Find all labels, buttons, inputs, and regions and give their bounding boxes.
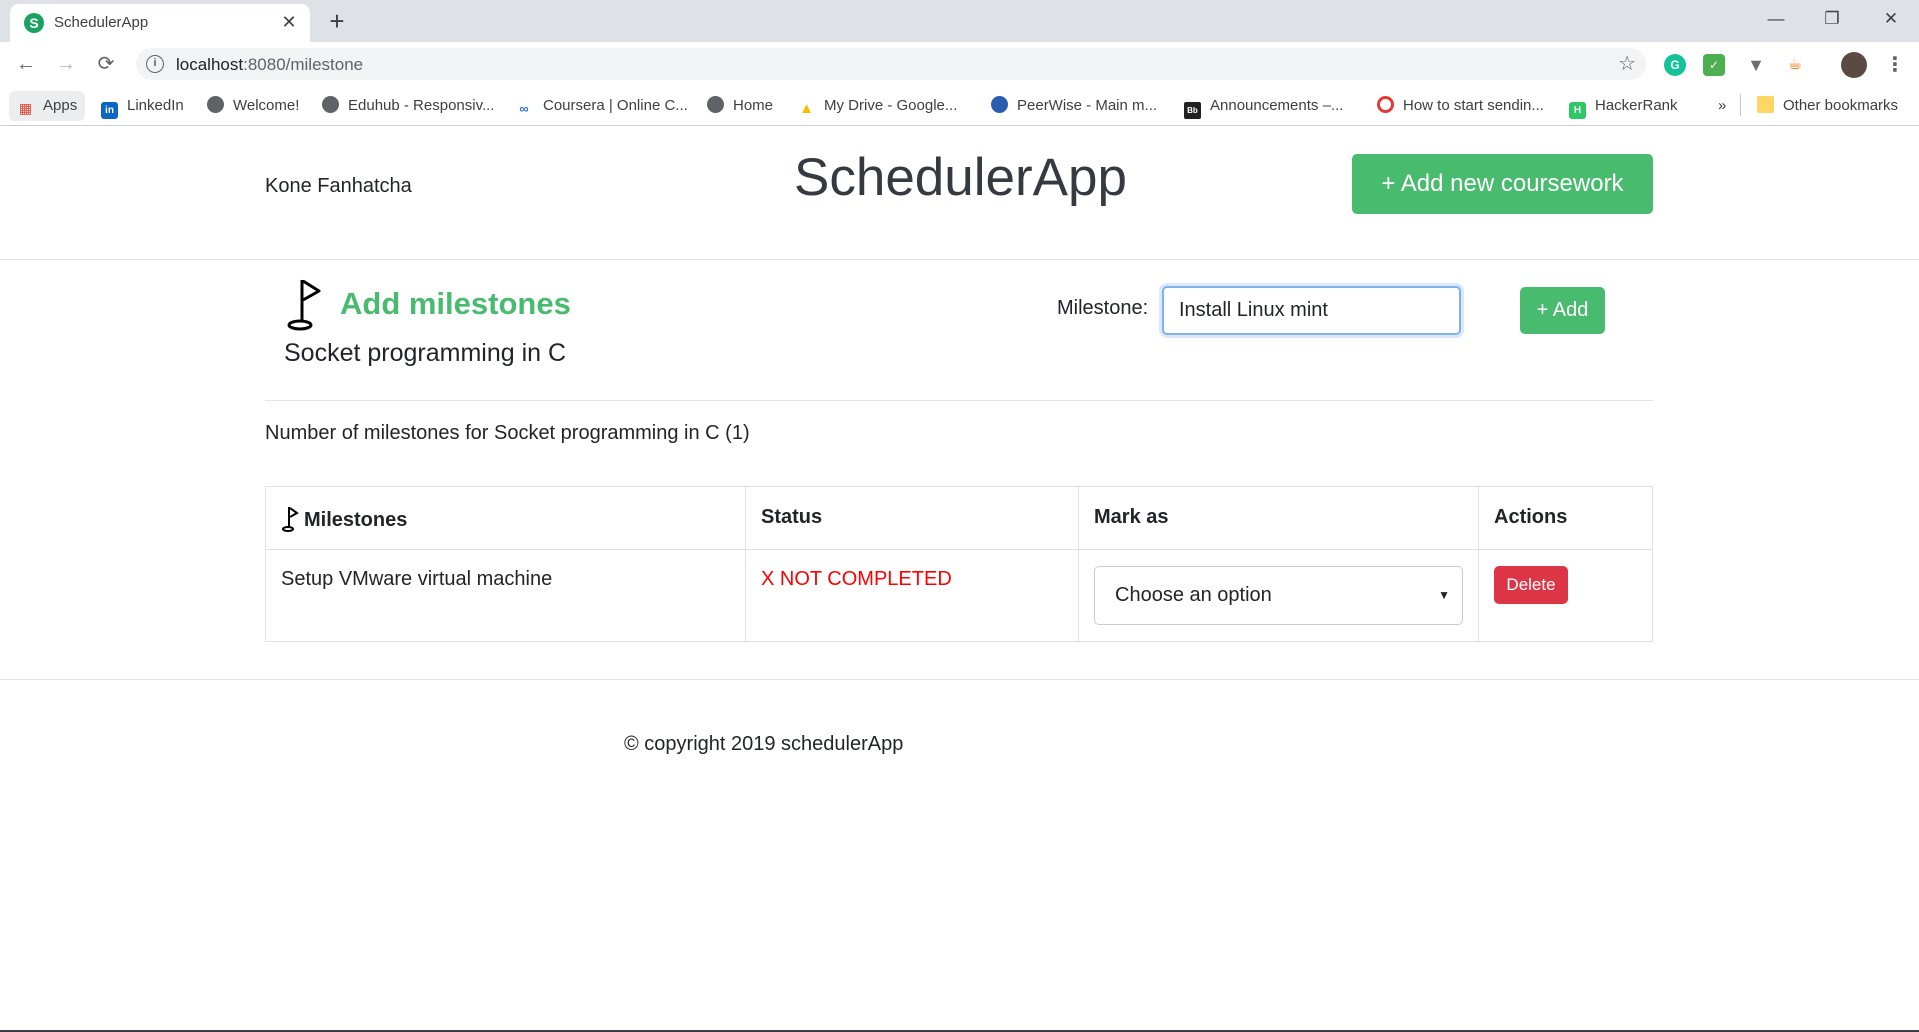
milestone-flag-icon	[287, 279, 321, 331]
url-path: :8080/milestone	[243, 55, 364, 74]
close-window-button[interactable]: ✕	[1871, 4, 1911, 34]
bookmark-welcome[interactable]: Welcome!	[207, 94, 299, 118]
bookmark-peerwise[interactable]: PeerWise - Main m...	[991, 94, 1157, 118]
bookmark-hackerrank[interactable]: H HackerRank	[1569, 94, 1678, 119]
bookmark-my-drive[interactable]: ▲ My Drive - Google...	[798, 94, 957, 118]
apps-grid-icon: ▦	[18, 100, 33, 116]
user-name: Kone Fanhatcha	[265, 175, 412, 197]
bookmark-label: HackerRank	[1595, 97, 1678, 114]
bookmark-label: Coursera | Online C...	[543, 97, 688, 114]
table-header-row: Milestones Status Mark as Actions	[265, 486, 1653, 550]
forward-arrow-icon[interactable]: →	[51, 49, 81, 79]
milestone-cell: Setup VMware virtual machine	[265, 549, 746, 642]
milestone-label: Milestone:	[1057, 297, 1149, 319]
bookmark-label: Announcements –...	[1210, 97, 1344, 114]
bookmark-other[interactable]: Other bookmarks	[1757, 94, 1898, 118]
coursera-icon: ∞	[519, 101, 529, 116]
browser-tabstrip: S SchedulerApp ✕ + — ❐ ✕	[0, 0, 1919, 42]
bookmark-star-icon[interactable]: ☆	[1618, 51, 1636, 76]
bookmark-label: PeerWise - Main m...	[1017, 97, 1158, 114]
peerwise-icon	[991, 96, 1008, 113]
column-header-mark-as: Mark as	[1078, 486, 1479, 550]
bookmark-linkedin[interactable]: in LinkedIn	[101, 94, 184, 119]
section-divider	[265, 400, 1653, 401]
linkedin-icon: in	[101, 102, 118, 119]
add-milestone-button[interactable]: + Add	[1520, 287, 1605, 334]
table-row: Setup VMware virtual machine X NOT COMPL…	[265, 549, 1653, 642]
footer-copyright: © copyright 2019 schedulerApp	[624, 733, 904, 755]
app-brand[interactable]: SchedulerApp	[794, 147, 1127, 208]
restore-window-button[interactable]: ❐	[1812, 4, 1852, 34]
add-milestones-title: Add milestones	[340, 286, 571, 321]
bookmark-home[interactable]: Home	[707, 94, 773, 118]
bookmark-apps[interactable]: ▦ Apps	[9, 91, 86, 121]
column-header-status: Status	[745, 486, 1079, 550]
globe-icon	[207, 96, 224, 113]
bookmark-label: LinkedIn	[127, 97, 184, 114]
java-extension-icon[interactable]: ☕	[1784, 54, 1806, 76]
bookmark-label: Apps	[43, 97, 78, 114]
actions-cell: Delete	[1478, 549, 1653, 642]
info-icon[interactable]: i	[146, 55, 164, 73]
bookmark-how-to-start[interactable]: How to start sendin...	[1377, 94, 1544, 118]
reload-icon[interactable]: ⟳	[91, 49, 121, 79]
header-divider	[0, 259, 1919, 260]
bookmark-label: Other bookmarks	[1783, 97, 1899, 114]
address-bar[interactable]: i localhost:8080/milestone ☆	[136, 48, 1646, 80]
google-drive-icon: ▲	[799, 100, 814, 117]
new-tab-button[interactable]: +	[322, 6, 352, 36]
scheduler-favicon-icon: S	[24, 13, 44, 33]
globe-icon	[707, 96, 724, 113]
bookmark-label: Eduhub - Responsiv...	[348, 97, 495, 114]
close-tab-icon[interactable]: ✕	[278, 11, 300, 33]
profile-avatar[interactable]	[1841, 52, 1867, 78]
milestones-table: Milestones Status Mark as Actions Setup …	[265, 486, 1653, 642]
mark-as-select[interactable]: Choose an option ▼	[1094, 566, 1463, 625]
browser-toolbar: ← → ⟳ i localhost:8080/milestone ☆ G ✓ ▼…	[0, 42, 1919, 86]
blackboard-icon: Bb	[1184, 102, 1201, 119]
status-cell: X NOT COMPLETED	[745, 549, 1079, 642]
grammarly-extension-icon[interactable]: G	[1664, 54, 1686, 76]
tab-title: SchedulerApp	[54, 14, 149, 31]
url-host: localhost	[176, 55, 244, 74]
vuejs-extension-icon[interactable]: ▼	[1745, 54, 1767, 76]
bookmark-announcements[interactable]: Bb Announcements –...	[1184, 94, 1344, 119]
page-content: Kone Fanhatcha SchedulerApp + Add new co…	[0, 127, 1919, 1032]
bookmark-label: Home	[733, 97, 774, 114]
target-icon	[1377, 96, 1394, 113]
bookmarks-bar: ▦ Apps in LinkedIn Welcome! Eduhub - Respo…	[0, 86, 1919, 126]
globe-icon	[322, 96, 339, 113]
milestone-input[interactable]	[1162, 286, 1461, 335]
folder-icon	[1757, 96, 1774, 113]
delete-milestone-button[interactable]: Delete	[1494, 566, 1568, 604]
caret-down-icon: ▼	[1438, 588, 1450, 602]
bookmark-label: My Drive - Google...	[824, 97, 958, 114]
browser-tab[interactable]: S SchedulerApp ✕	[10, 4, 310, 42]
column-label: Milestones	[304, 509, 408, 531]
back-arrow-icon[interactable]: ←	[11, 49, 41, 79]
milestone-flag-icon	[282, 507, 299, 532]
add-new-coursework-button[interactable]: + Add new coursework	[1352, 154, 1653, 214]
column-header-milestones: Milestones	[265, 486, 746, 550]
mark-as-cell: Choose an option ▼	[1078, 549, 1479, 642]
mark-as-selected-value: Choose an option	[1115, 584, 1272, 606]
milestone-count: Number of milestones for Socket programm…	[265, 422, 750, 444]
extension-icon[interactable]: ✓	[1703, 54, 1725, 76]
footer-divider	[0, 679, 1919, 680]
course-name: Socket programming in C	[284, 339, 567, 367]
address-url[interactable]: localhost:8080/milestone	[176, 55, 363, 75]
column-header-actions: Actions	[1478, 486, 1653, 550]
bookmark-eduhub[interactable]: Eduhub - Responsiv...	[322, 94, 494, 118]
hackerrank-icon: H	[1569, 102, 1586, 119]
bookmarks-overflow-button[interactable]: »	[1718, 94, 1726, 118]
bookmark-coursera[interactable]: ∞ Coursera | Online C...	[514, 94, 688, 118]
minimize-window-button[interactable]: —	[1756, 4, 1796, 34]
browser-menu-icon[interactable]: ⋮	[1884, 54, 1906, 76]
bookmarks-divider	[1740, 94, 1741, 116]
bookmark-label: How to start sendin...	[1403, 97, 1544, 114]
bookmark-label: Welcome!	[233, 97, 300, 114]
